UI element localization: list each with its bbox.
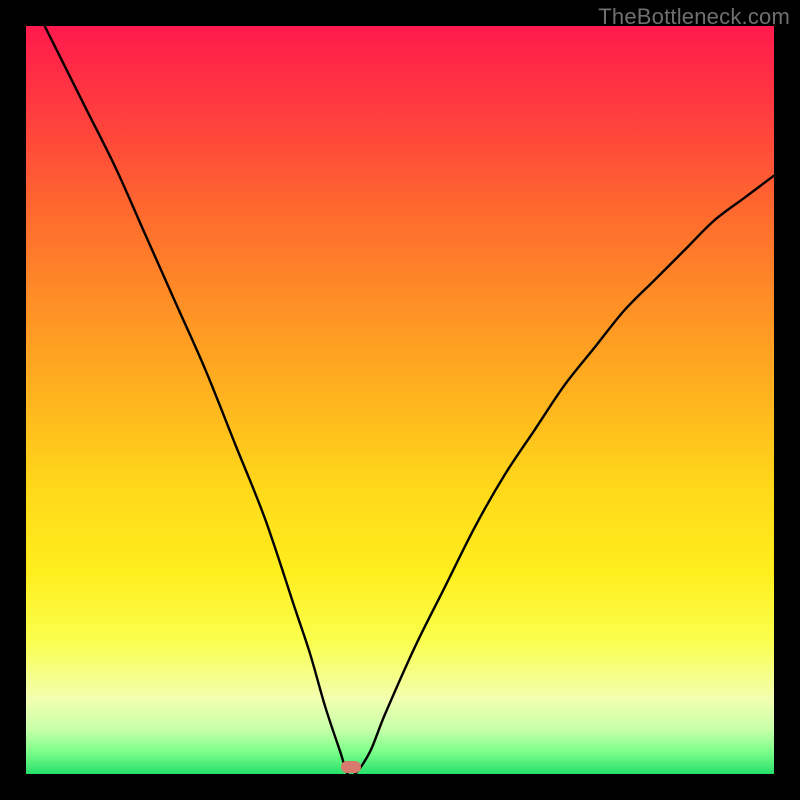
watermark-text: TheBottleneck.com [598, 4, 790, 30]
optimal-point-marker [341, 761, 361, 773]
plot-area [26, 26, 774, 774]
bottleneck-curve [26, 26, 774, 774]
chart-frame: TheBottleneck.com [0, 0, 800, 800]
